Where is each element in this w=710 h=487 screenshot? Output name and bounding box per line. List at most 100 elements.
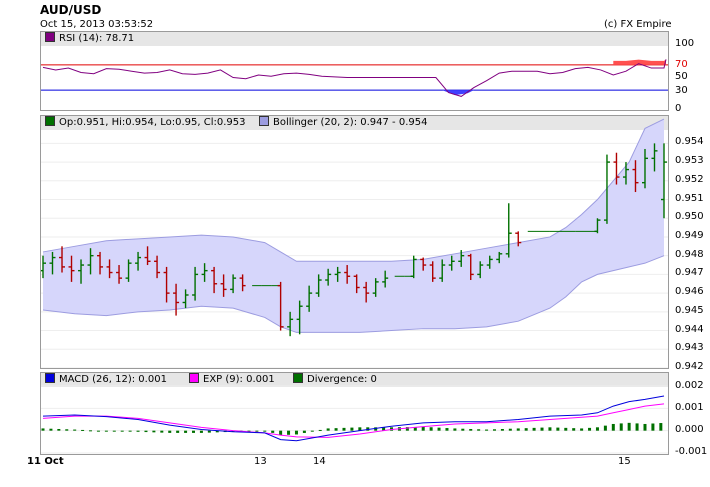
bollinger-band-area <box>43 119 664 333</box>
divergence-bar <box>611 423 615 431</box>
divergence-bar <box>508 428 512 431</box>
divergence-bar <box>168 430 172 433</box>
divergence-bar <box>318 429 322 431</box>
price-tick: 0.943 <box>675 342 704 354</box>
rsi-tick-70: 70 <box>675 59 688 70</box>
rsi-tick-0: 0 <box>675 103 682 114</box>
price-tick: 0.951 <box>675 192 704 204</box>
x-tick-11-oct: 11 Oct <box>27 456 64 467</box>
divergence-bar <box>334 428 338 431</box>
divergence-bar <box>144 430 148 433</box>
divergence-bar <box>564 427 568 431</box>
divergence-bar <box>199 430 203 433</box>
divergence-bar <box>461 428 465 431</box>
divergence-bar <box>81 429 85 431</box>
divergence-bar <box>207 430 211 433</box>
divergence-bar <box>96 430 100 432</box>
divergence-bar <box>310 430 314 432</box>
divergence-bar <box>350 427 354 431</box>
divergence-bar <box>128 430 132 432</box>
macd-panel: MACD (26, 12): 0.001 EXP (9): 0.001 Dive… <box>40 372 669 455</box>
divergence-bar <box>635 423 639 431</box>
divergence-bar <box>595 427 599 431</box>
divergence-bar <box>572 428 576 431</box>
divergence-bar <box>643 423 647 431</box>
divergence-bar <box>429 427 433 431</box>
divergence-bar <box>271 430 275 433</box>
rsi-tick-100: 100 <box>675 38 695 49</box>
divergence-bar <box>263 430 267 432</box>
price-tick: 0.948 <box>675 248 704 260</box>
divergence-bar <box>453 428 457 431</box>
price-tick: 0.945 <box>675 304 704 316</box>
divergence-bar <box>603 425 607 431</box>
x-tick-15: 15 <box>618 456 631 467</box>
divergence-bar <box>41 428 45 431</box>
price-tick: 0.953 <box>675 155 704 167</box>
macd-tick-3: -0.001 <box>675 446 708 457</box>
divergence-bar <box>112 430 116 432</box>
divergence-bar <box>326 428 330 431</box>
rsi-panel: RSI (14): 78.71 <box>40 31 669 111</box>
rsi-tick-50: 50 <box>675 71 688 82</box>
divergence-bar <box>104 430 108 432</box>
divergence-bar <box>469 428 473 431</box>
divergence-bar <box>279 430 283 436</box>
macd-tick-2: 0.000 <box>675 424 704 435</box>
divergence-bar <box>651 423 655 431</box>
divergence-bar <box>65 429 69 431</box>
divergence-bar <box>437 427 441 431</box>
divergence-bar <box>516 428 520 431</box>
divergence-bar <box>477 429 481 431</box>
divergence-bar <box>580 428 584 431</box>
divergence-bar <box>89 430 93 432</box>
divergence-bar <box>302 430 306 433</box>
price-tick: 0.954 <box>675 136 704 148</box>
macd-tick-0: 0.002 <box>675 380 704 391</box>
price-tick: 0.947 <box>675 267 704 279</box>
divergence-bar <box>152 430 156 433</box>
macd-tick-1: 0.001 <box>675 402 704 413</box>
divergence-bar <box>524 428 528 431</box>
price-panel: Op:0.951, Hi:0.954, Lo:0.95, Cl:0.953 Bo… <box>40 115 669 369</box>
price-tick: 0.944 <box>675 323 704 335</box>
price-tick: 0.949 <box>675 229 704 241</box>
exp-line <box>42 403 665 438</box>
divergence-bar <box>556 427 560 431</box>
macd-plot <box>41 385 668 454</box>
divergence-bar <box>191 430 195 433</box>
price-plot <box>41 118 668 368</box>
divergence-bar <box>659 423 663 431</box>
x-tick-14: 14 <box>313 456 326 467</box>
divergence-bar <box>49 428 53 431</box>
divergence-bar <box>485 429 489 431</box>
divergence-bar <box>342 427 346 431</box>
price-tick: 0.952 <box>675 173 704 185</box>
divergence-bar <box>421 426 425 431</box>
divergence-bar <box>540 427 544 431</box>
divergence-bar <box>532 427 536 431</box>
divergence-bar <box>548 427 552 431</box>
divergence-bar <box>120 430 124 432</box>
divergence-bar <box>619 423 623 431</box>
divergence-bar <box>445 428 449 431</box>
timestamp: Oct 15, 2013 03:53:52 <box>40 19 154 30</box>
x-tick-13: 13 <box>254 456 267 467</box>
divergence-bar <box>287 430 291 435</box>
divergence-bar <box>627 422 631 431</box>
price-tick: 0.942 <box>675 361 704 372</box>
price-tick: 0.950 <box>675 211 704 223</box>
price-tick: 0.946 <box>675 286 704 298</box>
divergence-bar <box>588 427 592 431</box>
copyright: (c) FX Empire <box>604 19 672 30</box>
rsi-plot <box>41 59 668 97</box>
divergence-bar <box>492 429 496 431</box>
chart-title: AUD/USD <box>40 3 102 17</box>
divergence-bar <box>136 430 140 432</box>
divergence-bar <box>73 429 77 431</box>
divergence-bar <box>500 428 504 431</box>
divergence-bar <box>184 430 188 433</box>
divergence-bar <box>176 430 180 433</box>
rsi-tick-30: 30 <box>675 85 688 96</box>
divergence-bar <box>294 430 298 435</box>
